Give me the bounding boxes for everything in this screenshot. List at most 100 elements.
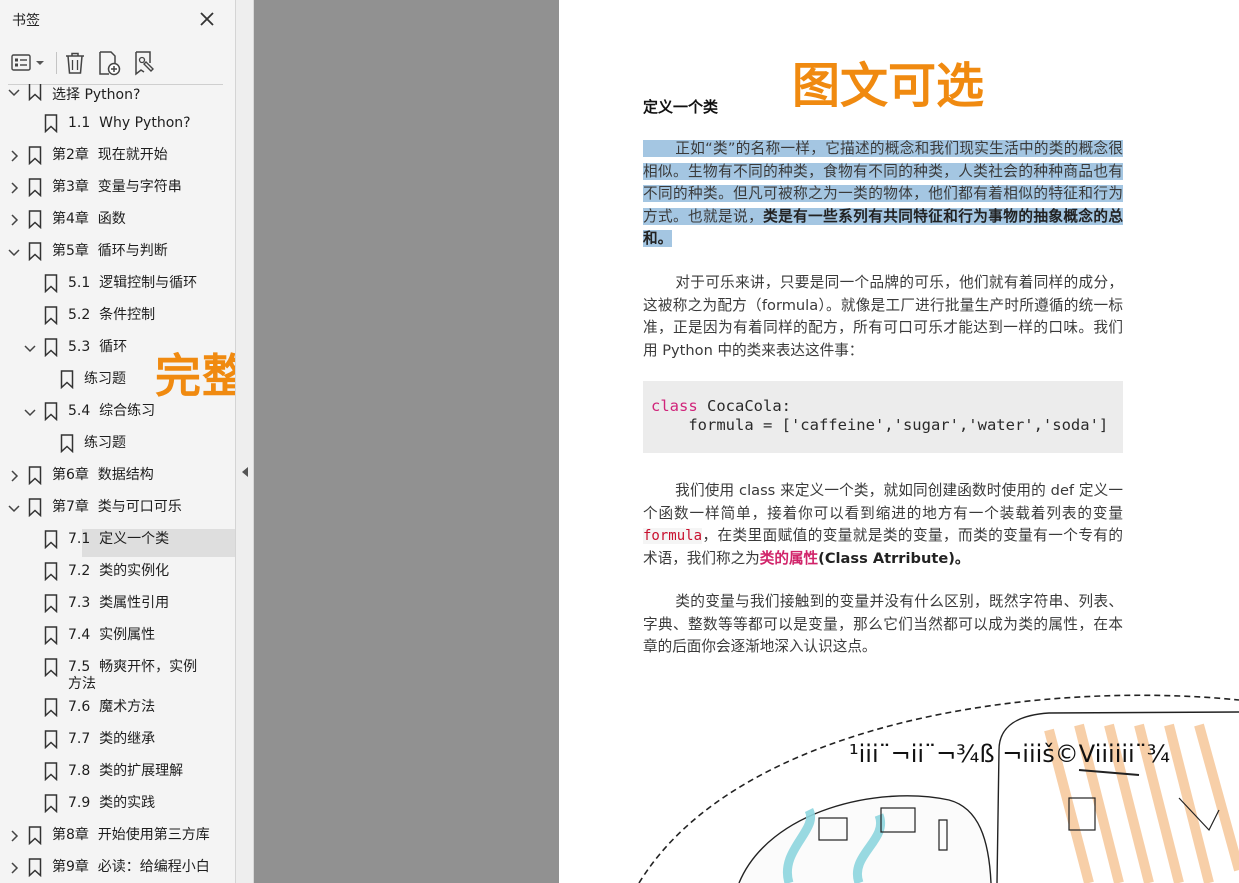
bookmark-options-button[interactable] [10,50,48,76]
bookmark-icon [28,178,42,197]
bookmark-label: 7.8 类的扩展理解 [68,763,184,779]
bookmark-label: 5.4 综合练习 [68,403,156,419]
bookmark-label: 7.6 魔术方法 [68,699,156,715]
bookmark-item[interactable]: 第8章 开始使用第三方库 [0,825,235,857]
code-line-1: class CocaCola: [651,397,791,415]
bookmark-item[interactable]: 7.1 定义一个类 [0,529,235,561]
delete-bookmark-button[interactable] [62,50,88,76]
bookmark-item[interactable]: 第5章 循环与判断 [0,241,235,273]
bookmark-toolbar [0,42,235,84]
add-bookmark-icon [99,51,121,76]
bookmark-icon [28,826,42,845]
bookmark-label: 7.3 类属性引用 [68,595,170,611]
bookmark-item[interactable]: 7.8 类的扩展理解 [0,761,235,793]
bookmark-item[interactable]: 7.3 类属性引用 [0,593,235,625]
bookmark-properties-button[interactable] [132,50,158,76]
bookmark-icon [44,794,58,813]
bookmark-label: 7.9 类的实践 [68,795,156,811]
bookmark-icon [28,146,42,165]
bookmark-item[interactable]: 第3章 变量与字符串 [0,177,235,209]
bookmark-icon [44,626,58,645]
selected-text: 正如“类”的名称一样，它描述的概念和我们现实生活中的类的概念很相似。生物有不同的… [643,140,1123,247]
chevron-down-icon[interactable] [6,500,22,516]
bookmark-item[interactable]: 第9章 必读：给编程小白 [0,857,235,883]
bookmark-label: 5.1 逻辑控制与循环 [68,275,198,291]
bookmark-item[interactable]: 7.4 实例属性 [0,625,235,657]
bookmark-icon [28,242,42,261]
add-bookmark-button[interactable] [96,50,122,76]
bookmark-label: 练习题 [84,371,126,387]
chevron-right-icon[interactable] [6,148,22,164]
bookmark-label: 5.3 循环 [68,339,128,355]
bookmark-item[interactable]: 7.2 类的实例化 [0,561,235,593]
bookmark-item[interactable]: 第2章 现在就开始 [0,145,235,177]
chevron-down-icon[interactable] [6,244,22,260]
bookmark-item[interactable]: 7.5 畅爽开怀，实例 方法 [0,657,235,697]
bookmark-item[interactable]: 7.9 类的实践 [0,793,235,825]
bookmark-icon [28,858,42,877]
bookmark-panel: 书签 选择 Python? 1.1 Why Python? 第2章 现在就开始 … [0,0,236,883]
chevron-right-icon[interactable] [6,212,22,228]
bookmark-icon [44,594,58,613]
bookmark-item[interactable]: 练习题 [0,433,235,465]
bookmark-label: 练习题 [84,435,126,451]
close-icon [200,12,214,26]
chevron-down-icon[interactable] [6,84,22,100]
chevron-down-icon[interactable] [22,340,38,356]
bookmark-label: 5.2 条件控制 [68,307,156,323]
paragraph-class-attribute[interactable]: 我们使用 class 来定义一个类，就如同创建函数时使用的 def 定义一个函数… [643,480,1123,570]
cola-lab-illustration-icon [638,694,1239,883]
paragraph-definition[interactable]: 正如“类”的名称一样，它描述的概念和我们现实生活中的类的概念很相似。生物有不同的… [643,138,1123,251]
pdf-page[interactable]: 图文可选 定义一个类 正如“类”的名称一样，它描述的概念和我们现实生活中的类的概… [559,0,1239,883]
collapse-panel-button[interactable] [240,464,250,478]
bookmark-icon [28,498,42,517]
bookmark-label: 第5章 循环与判断 [52,243,168,259]
bookmark-label: 第6章 数据结构 [52,467,154,483]
chevron-right-icon[interactable] [6,860,22,876]
bookmark-item[interactable]: 第1章 为什么 选择 Python? [0,84,235,113]
close-panel-button[interactable] [196,8,218,30]
paragraph-formula[interactable]: 对于可乐来讲，只要是同一个品牌的可乐，他们就有着同样的成分，这被称之为配方（fo… [643,272,1123,362]
bookmark-label: 7.4 实例属性 [68,627,156,643]
chevron-right-icon[interactable] [6,180,22,196]
bookmark-icon [44,562,58,581]
trash-icon [66,52,84,74]
bookmark-label: 7.1 定义一个类 [68,531,170,547]
inline-code-formula: formula [643,528,703,544]
paragraph-summary[interactable]: 类的变量与我们接触到的变量并没有什么区别，既然字符串、列表、字典、整数等等都可以… [643,591,1123,659]
bookmark-label: 第3章 变量与字符串 [52,179,182,195]
illustration-label: ¹iii¨¬ii¨¬¾ß ¬iiiš©Viiiiii¨¾ [849,740,1170,768]
pdf-reader-window: 书签 选择 Python? 1.1 Why Python? 第2章 现在就开始 … [0,0,1239,883]
bookmark-icon [44,338,58,357]
bookmark-label: 第7章 类与可口可乐 [52,499,182,515]
toolbar-separator [56,52,57,74]
bookmark-item[interactable]: 5.2 条件控制 [0,305,235,337]
bookmark-item[interactable]: 第7章 类与可口可乐 [0,497,235,529]
overlay-caption-selectable: 图文可选 [792,58,985,114]
bookmark-icon [44,402,58,421]
bookmark-item[interactable]: 5.1 逻辑控制与循环 [0,273,235,305]
triangle-left-icon [242,467,248,477]
bookmark-label: 7.5 畅爽开怀，实例 方法 [68,659,198,692]
list-options-icon [11,54,44,71]
bookmark-label: 第1章 为什么 选择 Python? [52,84,141,103]
bookmark-edit-icon [135,51,154,76]
bookmark-label: 第8章 开始使用第三方库 [52,827,210,843]
bookmark-label: 7.2 类的实例化 [68,563,170,579]
bookmark-item[interactable]: 第6章 数据结构 [0,465,235,497]
code-block[interactable]: class CocaCola: formula = ['caffeine','s… [643,381,1123,453]
bookmark-icon [28,84,42,101]
bookmark-item[interactable]: 7.6 魔术方法 [0,697,235,729]
bookmark-icon [60,370,74,389]
bookmark-item[interactable]: 第4章 函数 [0,209,235,241]
bookmark-panel-title: 书签 [12,13,40,29]
bookmark-label: 第4章 函数 [52,211,126,227]
chevron-right-icon[interactable] [6,828,22,844]
document-viewport-background [254,0,559,883]
bookmark-item[interactable]: 7.7 类的继承 [0,729,235,761]
bookmark-label: 第2章 现在就开始 [52,147,168,163]
chevron-down-icon[interactable] [22,404,38,420]
chevron-right-icon[interactable] [6,468,22,484]
bookmark-item[interactable]: 1.1 Why Python? [0,113,235,145]
panel-splitter[interactable] [236,0,254,883]
